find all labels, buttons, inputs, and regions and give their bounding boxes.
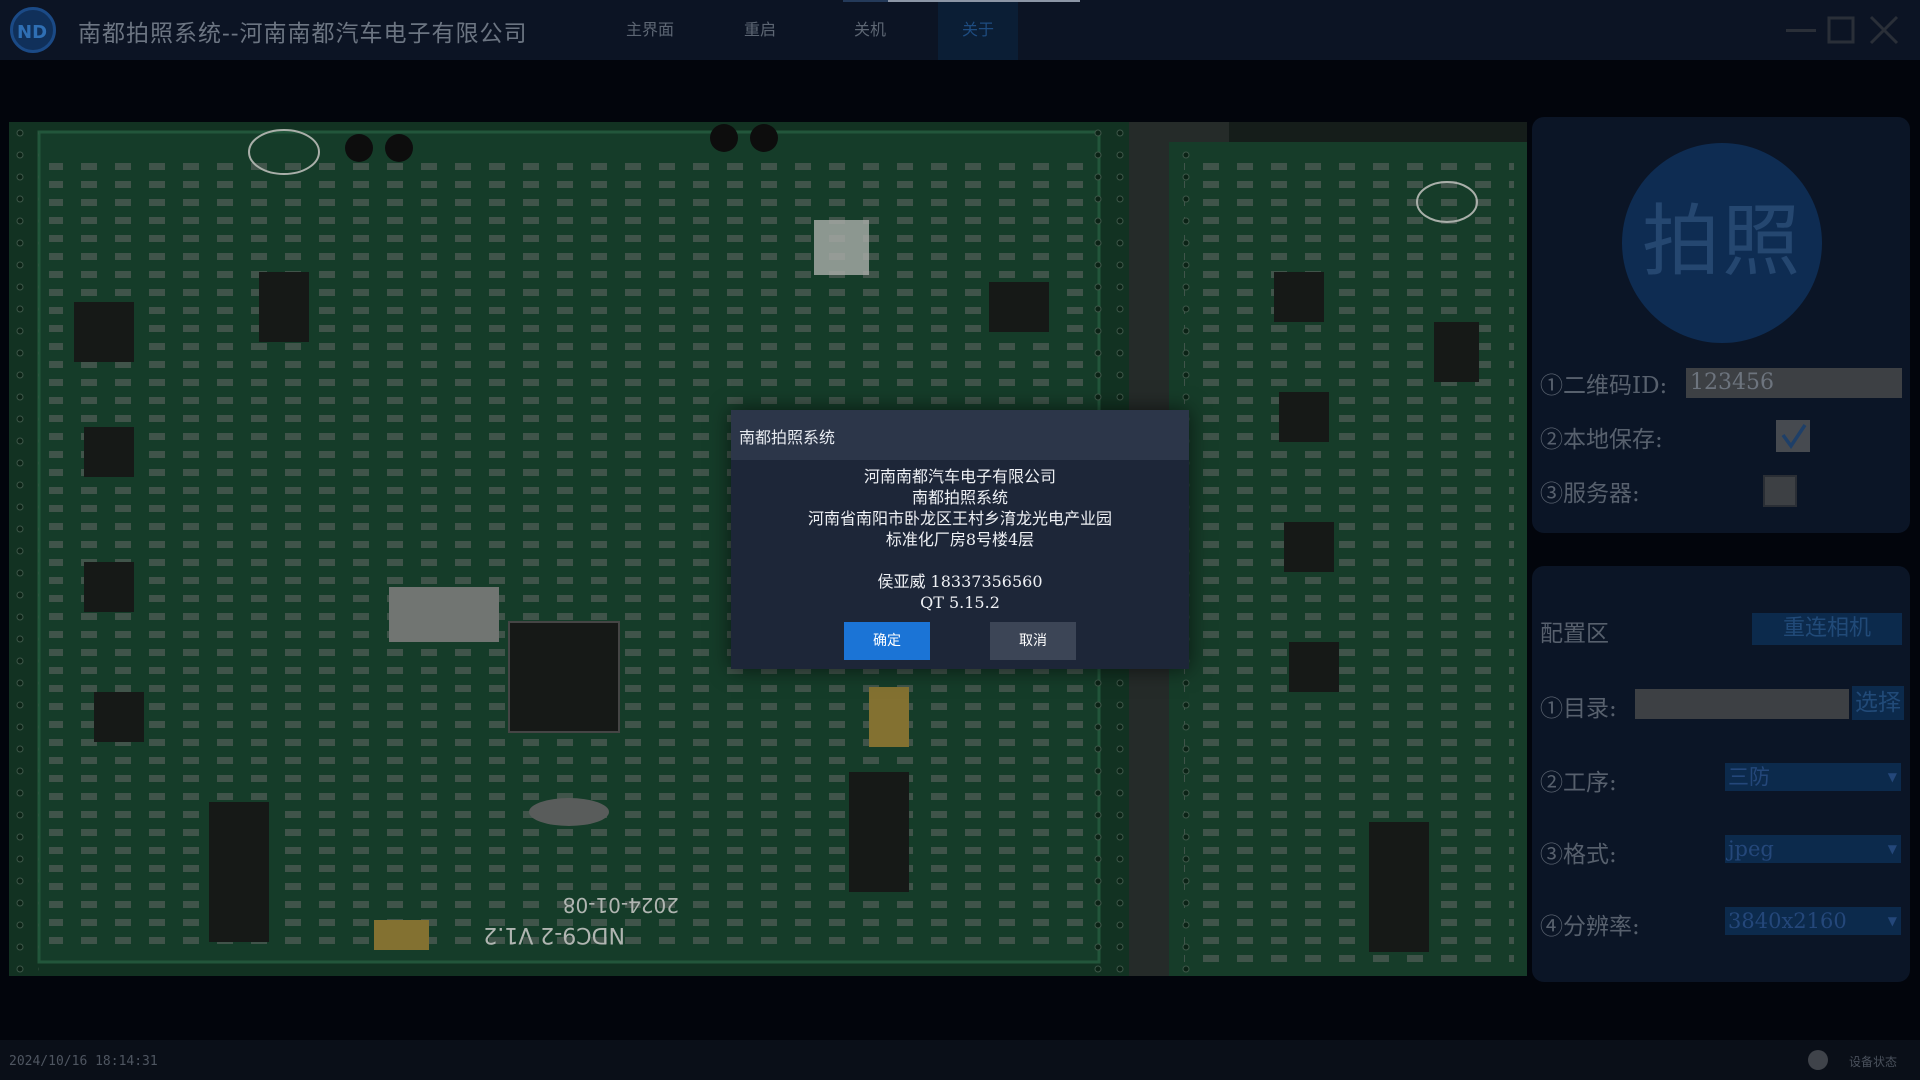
resolution-value: 3840x2160 xyxy=(1728,909,1847,933)
datetime-text: 2024/10/16 18:14:31 xyxy=(9,1054,158,1069)
process-select[interactable]: 三防 ▼ xyxy=(1725,763,1901,791)
resolution-select[interactable]: 3840x2160 ▼ xyxy=(1725,907,1901,935)
app-title: 南都拍照系统--河南南都汽车电子有限公司 xyxy=(78,21,528,47)
dialog-address: 河南省南阳市卧龙区王村乡淯龙光电产业园 xyxy=(807,509,1112,528)
title-bar: ND 南都拍照系统--河南南都汽车电子有限公司 主界面 重启 关机 关于 xyxy=(0,0,1920,60)
dialog-company: 河南南都汽车电子有限公司 xyxy=(863,467,1056,486)
resolution-label: ④分辨率: xyxy=(1540,914,1640,940)
about-dialog: 南都拍照系统 河南南都汽车电子有限公司 南都拍照系统 河南省南阳市卧龙区王村乡淯… xyxy=(731,410,1189,669)
device-status-indicator xyxy=(1808,1050,1828,1070)
config-title: 配置区 xyxy=(1540,621,1609,647)
dialog-address-detail: 标准化厂房8号楼4层 xyxy=(885,530,1035,549)
chevron-down-icon: ▼ xyxy=(1887,770,1897,784)
nav-main-button[interactable]: 主界面 xyxy=(610,0,690,60)
dialog-qt-version: QT 5.15.2 xyxy=(920,593,1000,612)
app-logo-icon: ND xyxy=(10,7,56,53)
dialog-contact: 侯亚威 18337356560 xyxy=(877,572,1043,591)
reconnect-camera-button[interactable]: 重连相机 xyxy=(1752,613,1902,645)
nav-shutdown-button[interactable]: 关机 xyxy=(840,0,900,60)
nav-restart-button[interactable]: 重启 xyxy=(730,0,790,60)
tab-indicator-active xyxy=(888,0,1080,2)
tab-indicator xyxy=(843,0,888,2)
dialog-header: 南都拍照系统 xyxy=(731,410,1189,460)
chevron-down-icon: ▼ xyxy=(1887,914,1897,928)
qr-id-label: ①二维码ID: xyxy=(1540,373,1668,399)
dialog-title: 南都拍照系统 xyxy=(739,428,836,447)
dialog-cancel-button[interactable]: 取消 xyxy=(990,622,1076,660)
maximize-icon[interactable] xyxy=(1823,12,1859,48)
choose-directory-button[interactable]: 选择 xyxy=(1852,686,1904,720)
process-value: 三防 xyxy=(1728,765,1770,789)
local-save-label: ②本地保存: xyxy=(1540,427,1663,453)
format-select[interactable]: jpeg ▼ xyxy=(1725,835,1901,863)
minimize-icon[interactable] xyxy=(1783,12,1819,48)
directory-label: ①目录: xyxy=(1540,696,1617,722)
device-status-label: 设备状态 xyxy=(1849,1055,1898,1069)
dialog-body: 河南南都汽车电子有限公司 南都拍照系统 河南省南阳市卧龙区王村乡淯龙光电产业园 … xyxy=(731,466,1189,613)
format-value: jpeg xyxy=(1728,837,1774,861)
close-icon[interactable] xyxy=(1866,12,1902,48)
svg-text:ND: ND xyxy=(17,22,47,43)
process-label: ②工序: xyxy=(1540,770,1617,796)
dialog-ok-button[interactable]: 确定 xyxy=(844,622,930,660)
server-checkbox[interactable] xyxy=(1763,475,1797,507)
server-label: ③服务器: xyxy=(1540,481,1640,507)
local-save-checkbox[interactable] xyxy=(1776,420,1810,452)
directory-input[interactable] xyxy=(1635,689,1849,719)
nav-about-button[interactable]: 关于 xyxy=(938,0,1018,60)
qr-id-input[interactable] xyxy=(1686,368,1902,398)
checkmark-icon xyxy=(1781,424,1807,450)
dialog-spacer xyxy=(731,550,1189,571)
chevron-down-icon: ▼ xyxy=(1887,842,1897,856)
format-label: ③格式: xyxy=(1540,842,1617,868)
dialog-product: 南都拍照系统 xyxy=(911,488,1008,507)
status-bar xyxy=(0,1040,1920,1080)
shoot-button[interactable]: 拍照 xyxy=(1622,143,1822,343)
